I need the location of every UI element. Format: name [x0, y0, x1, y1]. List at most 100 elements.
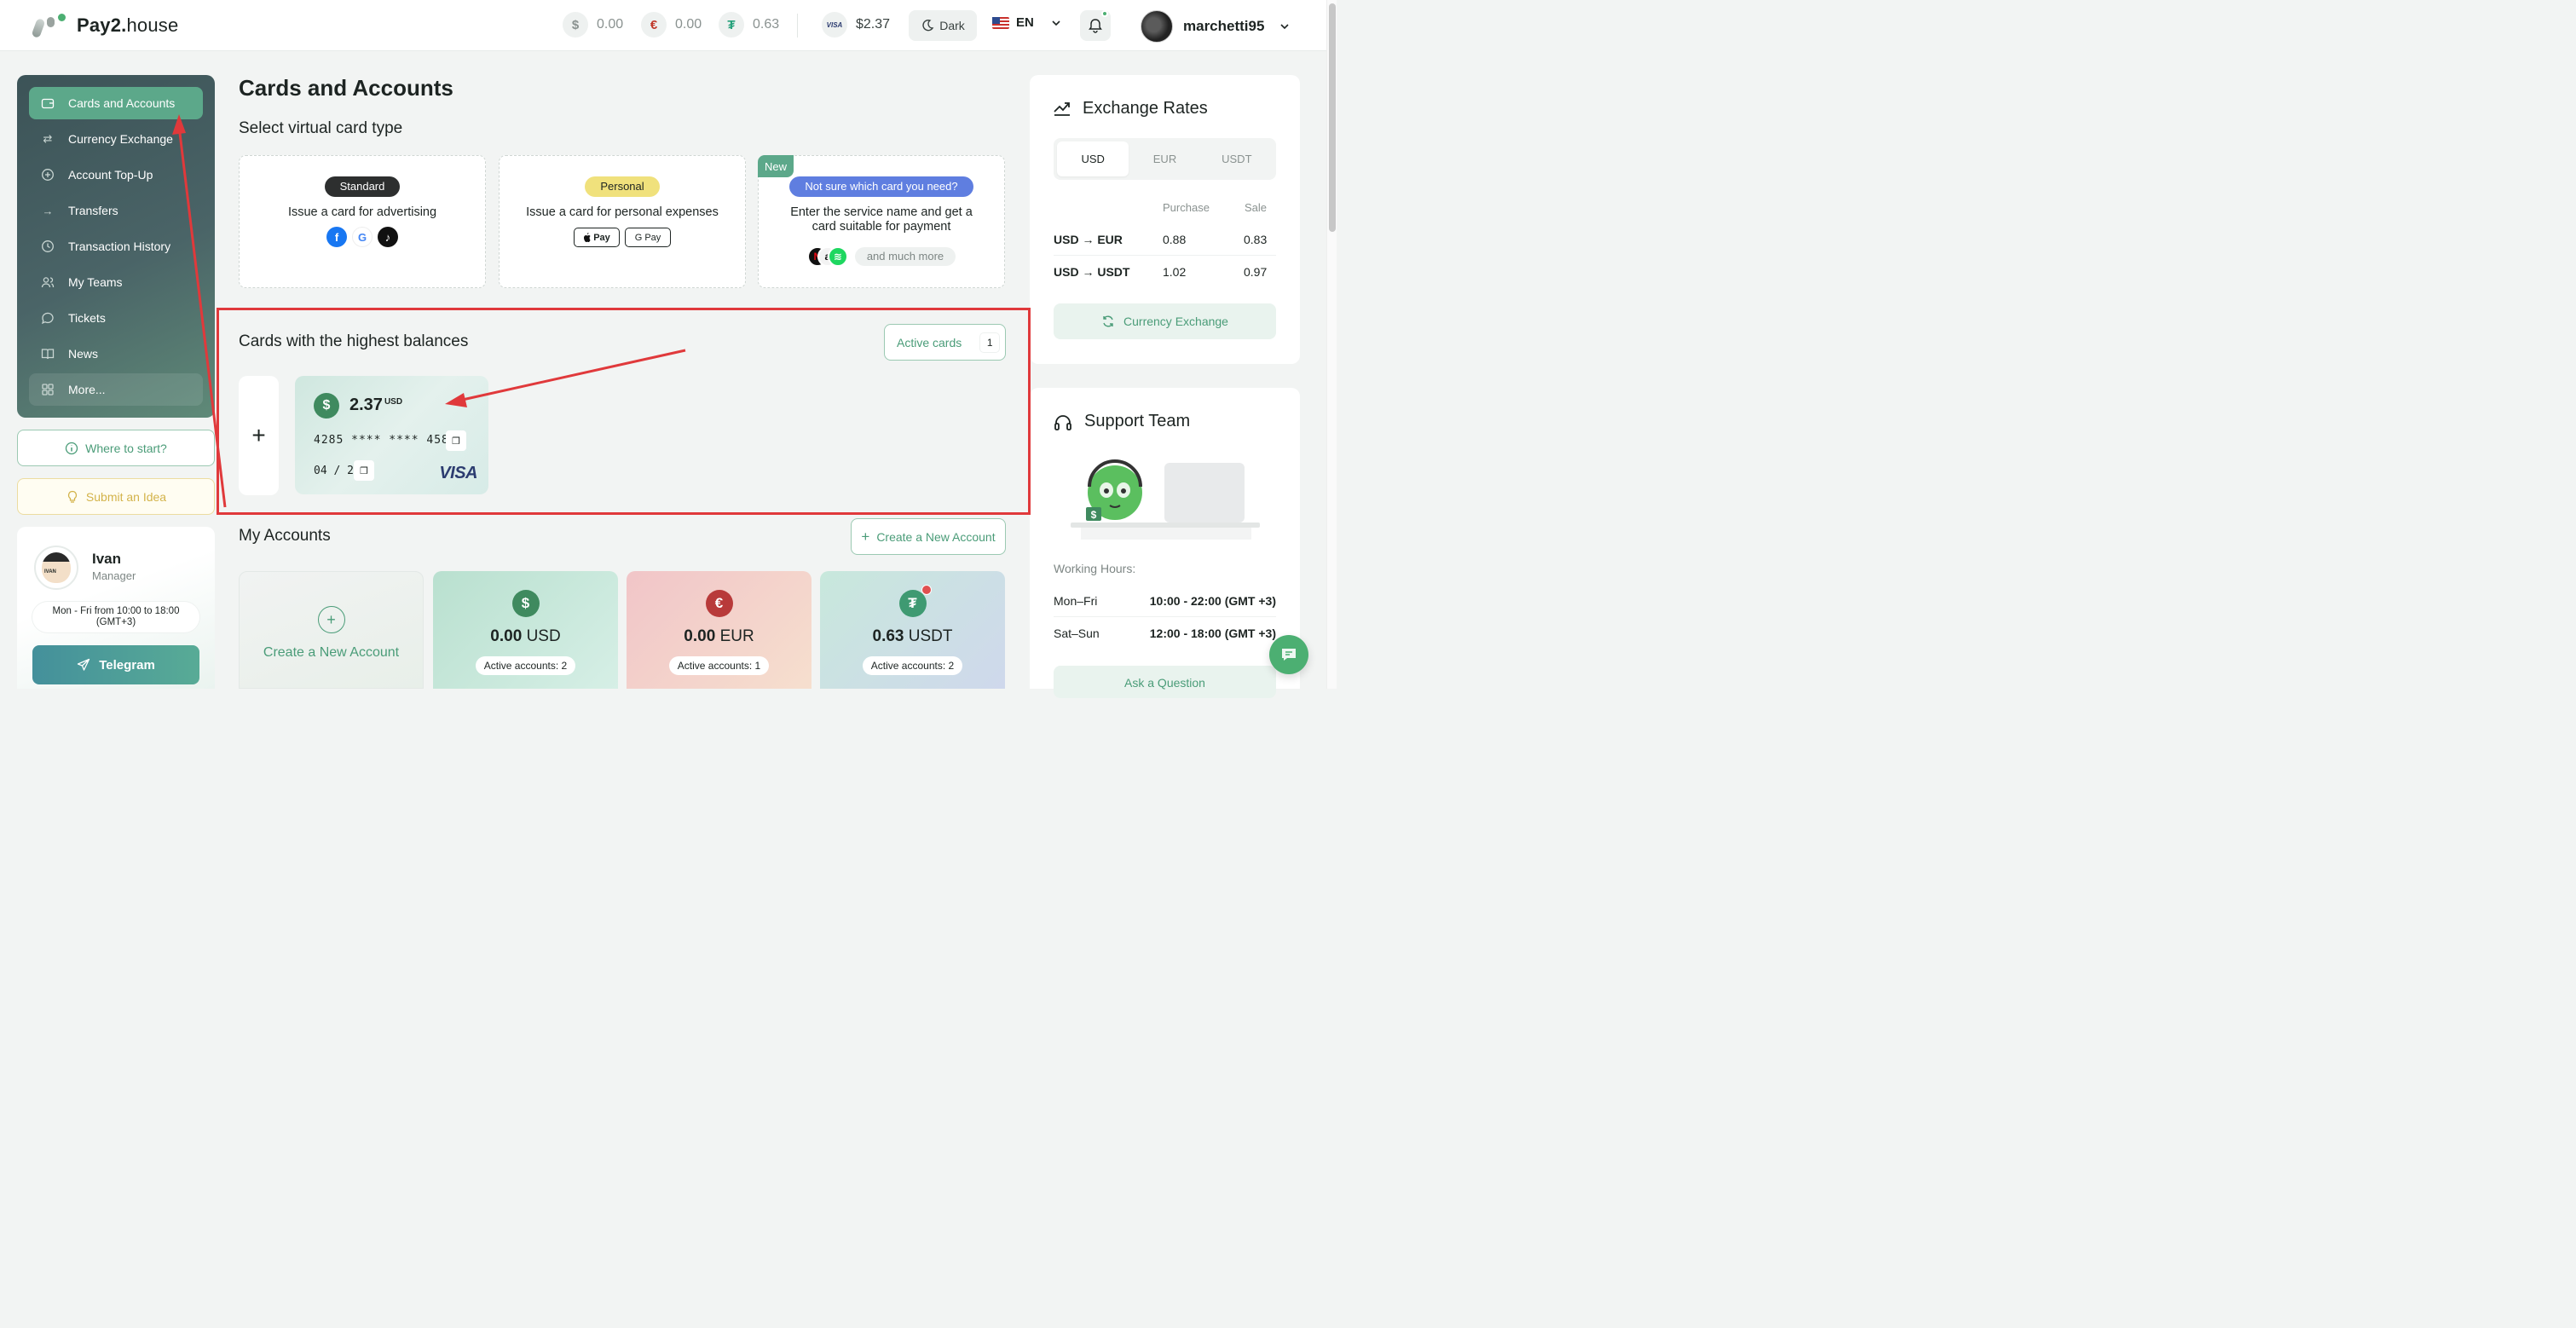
exchange-rates-title: Exchange Rates [1083, 99, 1208, 118]
schedule-days: Mon–Fri [1054, 594, 1098, 608]
lightbulb-icon [67, 490, 77, 503]
rate-purchase: 1.02 [1163, 265, 1187, 279]
manager-face: IVAN [42, 552, 71, 583]
rate-row: USD → EUR 0.88 0.83 [1054, 223, 1276, 256]
chevron-down-icon [1052, 20, 1060, 26]
sidebar-item-label: My Teams [68, 275, 123, 289]
tab-eur[interactable]: EUR [1129, 141, 1200, 176]
divider [1054, 616, 1276, 617]
card-type-desc: Issue a card for personal expenses [526, 205, 719, 219]
sidebar-item-label: Account Top-Up [68, 168, 153, 182]
sidebar-item-label: Currency Exchange [68, 132, 173, 146]
avatar [1141, 10, 1173, 43]
plus-circle-icon [41, 168, 55, 182]
dollar-icon: $ [563, 12, 588, 38]
sidebar-item-currency-exchange[interactable]: ⇄ Currency Exchange [29, 123, 203, 155]
balance-usdt[interactable]: ₮ 0.63 [719, 12, 779, 38]
create-account-card[interactable]: + Create a New Account [239, 571, 424, 689]
clock-icon [41, 240, 55, 253]
logo[interactable]: Pay2.house [31, 14, 178, 39]
us-flag-icon [992, 16, 1009, 29]
manager-hours: Mon - Fri from 10:00 to 18:00 (GMT+3) [32, 602, 199, 632]
select-card-type-title: Select virtual card type [239, 119, 403, 137]
chat-widget-button[interactable] [1269, 635, 1308, 674]
trending-up-icon [1054, 102, 1070, 116]
account-card-usd[interactable]: $ 0.00 USD Active accounts: 2 [433, 571, 618, 689]
sale-column-header: Sale [1245, 201, 1268, 214]
balance-usdt-value: 0.63 [753, 17, 780, 32]
manager-avatar: IVAN [34, 546, 78, 590]
submit-idea-button[interactable]: Submit an Idea [17, 478, 215, 515]
logo-mark [31, 14, 66, 39]
create-new-account-button[interactable]: + Create a New Account [851, 518, 1006, 555]
notifications-button[interactable] [1080, 10, 1111, 41]
sidebar-item-cards-and-accounts[interactable]: Cards and Accounts [29, 87, 203, 119]
standard-pill: Standard [324, 176, 401, 197]
sidebar-item-news[interactable]: News [29, 338, 203, 370]
support-team-panel: Support Team $ Working Hours: Mon–Fri 10… [1030, 388, 1300, 698]
ask-question-button[interactable]: Ask a Question [1054, 666, 1276, 698]
plus-icon: + [861, 528, 870, 545]
sidebar-item-my-teams[interactable]: My Teams [29, 266, 203, 298]
and-much-more-label: and much more [854, 247, 956, 266]
headset-icon [1054, 415, 1071, 430]
card-type-finder[interactable]: New Not sure which card you need? Enter … [758, 155, 1005, 288]
sidebar-item-transfers[interactable]: → Transfers [29, 194, 203, 227]
manager-name: Ivan [92, 551, 122, 567]
tether-icon: ₮ [719, 12, 744, 38]
account-card-usdt[interactable]: ₮ 0.63 USDT Active accounts: 2 [820, 571, 1005, 689]
sidebar-item-more[interactable]: More... [29, 373, 203, 406]
rate-pair: USD → EUR [1054, 233, 1123, 246]
telegram-button[interactable]: Telegram [32, 645, 199, 684]
tab-usdt[interactable]: USDT [1201, 141, 1273, 176]
svg-text:$: $ [1091, 509, 1097, 521]
schedule-row: Sat–Sun 12:00 - 18:00 (GMT +3) [1054, 626, 1276, 640]
schedule-days: Sat–Sun [1054, 626, 1100, 640]
card-type-standard[interactable]: Standard Issue a card for advertising f … [239, 155, 486, 288]
manager-role: Manager [92, 569, 136, 582]
my-accounts-title: My Accounts [239, 527, 331, 545]
card-finder-pill: Not sure which card you need? [789, 176, 973, 197]
plus-icon: + [317, 606, 345, 633]
language-selector[interactable]: EN [992, 15, 1063, 30]
balance-eur[interactable]: € 0.00 [641, 12, 702, 38]
theme-toggle-button[interactable]: Dark [909, 10, 977, 41]
where-to-start-label: Where to start? [85, 441, 167, 455]
sidebar-item-account-top-up[interactable]: Account Top-Up [29, 159, 203, 191]
currency-exchange-label: Currency Exchange [1123, 315, 1228, 328]
support-illustration: $ [1071, 459, 1260, 540]
page-scrollbar[interactable] [1326, 0, 1337, 689]
chevron-down-icon [1280, 24, 1290, 30]
rate-row: USD → USDT 1.02 0.97 [1054, 256, 1276, 288]
notification-dot [1101, 10, 1108, 17]
spotify-icon: ≋ [827, 246, 848, 267]
card-type-personal[interactable]: Personal Issue a card for personal expen… [499, 155, 746, 288]
refresh-icon [1103, 315, 1113, 327]
rate-sale: 0.97 [1244, 265, 1268, 279]
account-card-eur[interactable]: € 0.00 EUR Active accounts: 1 [627, 571, 811, 689]
dollar-icon: $ [511, 590, 540, 617]
rate-purchase: 0.88 [1163, 233, 1187, 246]
create-account-label: Create a New Account [263, 645, 400, 660]
sidebar-item-tickets[interactable]: Tickets [29, 302, 203, 334]
chat-bubble-icon [1282, 649, 1296, 661]
manager-card: IVAN Ivan Manager Mon - Fri from 10:00 t… [17, 527, 215, 689]
currency-exchange-button[interactable]: Currency Exchange [1054, 303, 1276, 339]
ask-question-label: Ask a Question [1124, 676, 1205, 690]
card-type-desc: Issue a card for advertising [287, 205, 437, 219]
scrollbar-thumb[interactable] [1329, 3, 1336, 232]
where-to-start-button[interactable]: Where to start? [17, 430, 215, 466]
balance-usd[interactable]: $ 0.00 [563, 12, 623, 38]
sidebar-item-label: Transfers [68, 204, 118, 217]
sidebar-item-transaction-history[interactable]: Transaction History [29, 230, 203, 263]
new-badge: New [758, 155, 794, 177]
tron-badge-icon [921, 585, 932, 595]
wallet-icon [41, 96, 55, 110]
sidebar-item-label: News [68, 347, 99, 361]
tab-usd[interactable]: USD [1057, 141, 1129, 176]
card-balance[interactable]: VISA $2.37 [822, 12, 890, 38]
user-menu[interactable]: marchetti95 [1141, 10, 1291, 43]
sidebar-item-label: More... [68, 383, 106, 396]
google-pay-icon: G Pay [625, 228, 671, 247]
submit-idea-label: Submit an Idea [85, 489, 167, 504]
